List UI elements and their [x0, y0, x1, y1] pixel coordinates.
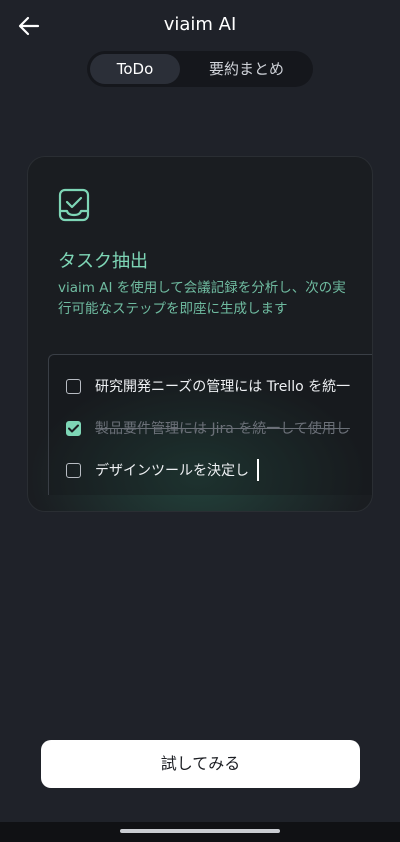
home-indicator[interactable] — [120, 829, 280, 833]
checkbox-unchecked[interactable] — [66, 378, 81, 394]
card-title: タスク抽出 — [58, 251, 148, 272]
text-cursor — [257, 459, 259, 481]
checkbox-checked[interactable] — [66, 420, 81, 436]
page-title: viaim AI — [163, 14, 237, 35]
try-it-button[interactable]: 試してみる — [41, 740, 360, 788]
todo-list: 研究開発ニーズの管理には Trello を統一 製品要件管理には Jira を統… — [48, 354, 372, 495]
check-icon — [68, 424, 79, 432]
tab-summary[interactable]: 要約まとめ — [183, 54, 310, 84]
tab-todo[interactable]: ToDo — [90, 54, 180, 84]
todo-item[interactable]: 研究開発ニーズの管理には Trello を統一 — [66, 375, 350, 397]
todo-text: デザインツールを決定し — [95, 463, 249, 479]
todo-item[interactable]: 製品要件管理には Jira を統一して使用し — [66, 417, 350, 439]
system-nav-bar — [0, 822, 400, 842]
header: viaim AI — [0, 0, 400, 52]
todo-text: 製品要件管理には Jira を統一して使用し — [95, 421, 350, 437]
todo-text: 研究開発ニーズの管理には Trello を統一 — [95, 379, 351, 395]
card-description: viaim AI を使用して会議記録を分析し、次の実行可能なステップを即座に生成… — [58, 280, 346, 317]
checkbox-unchecked[interactable] — [66, 462, 81, 478]
task-check-icon — [58, 188, 90, 222]
feature-card: タスク抽出 viaim AI を使用して会議記録を分析し、次の実行可能なステップ… — [27, 156, 373, 512]
tab-bar: ToDo 要約まとめ — [87, 51, 313, 87]
todo-item[interactable]: デザインツールを決定し — [66, 459, 259, 481]
